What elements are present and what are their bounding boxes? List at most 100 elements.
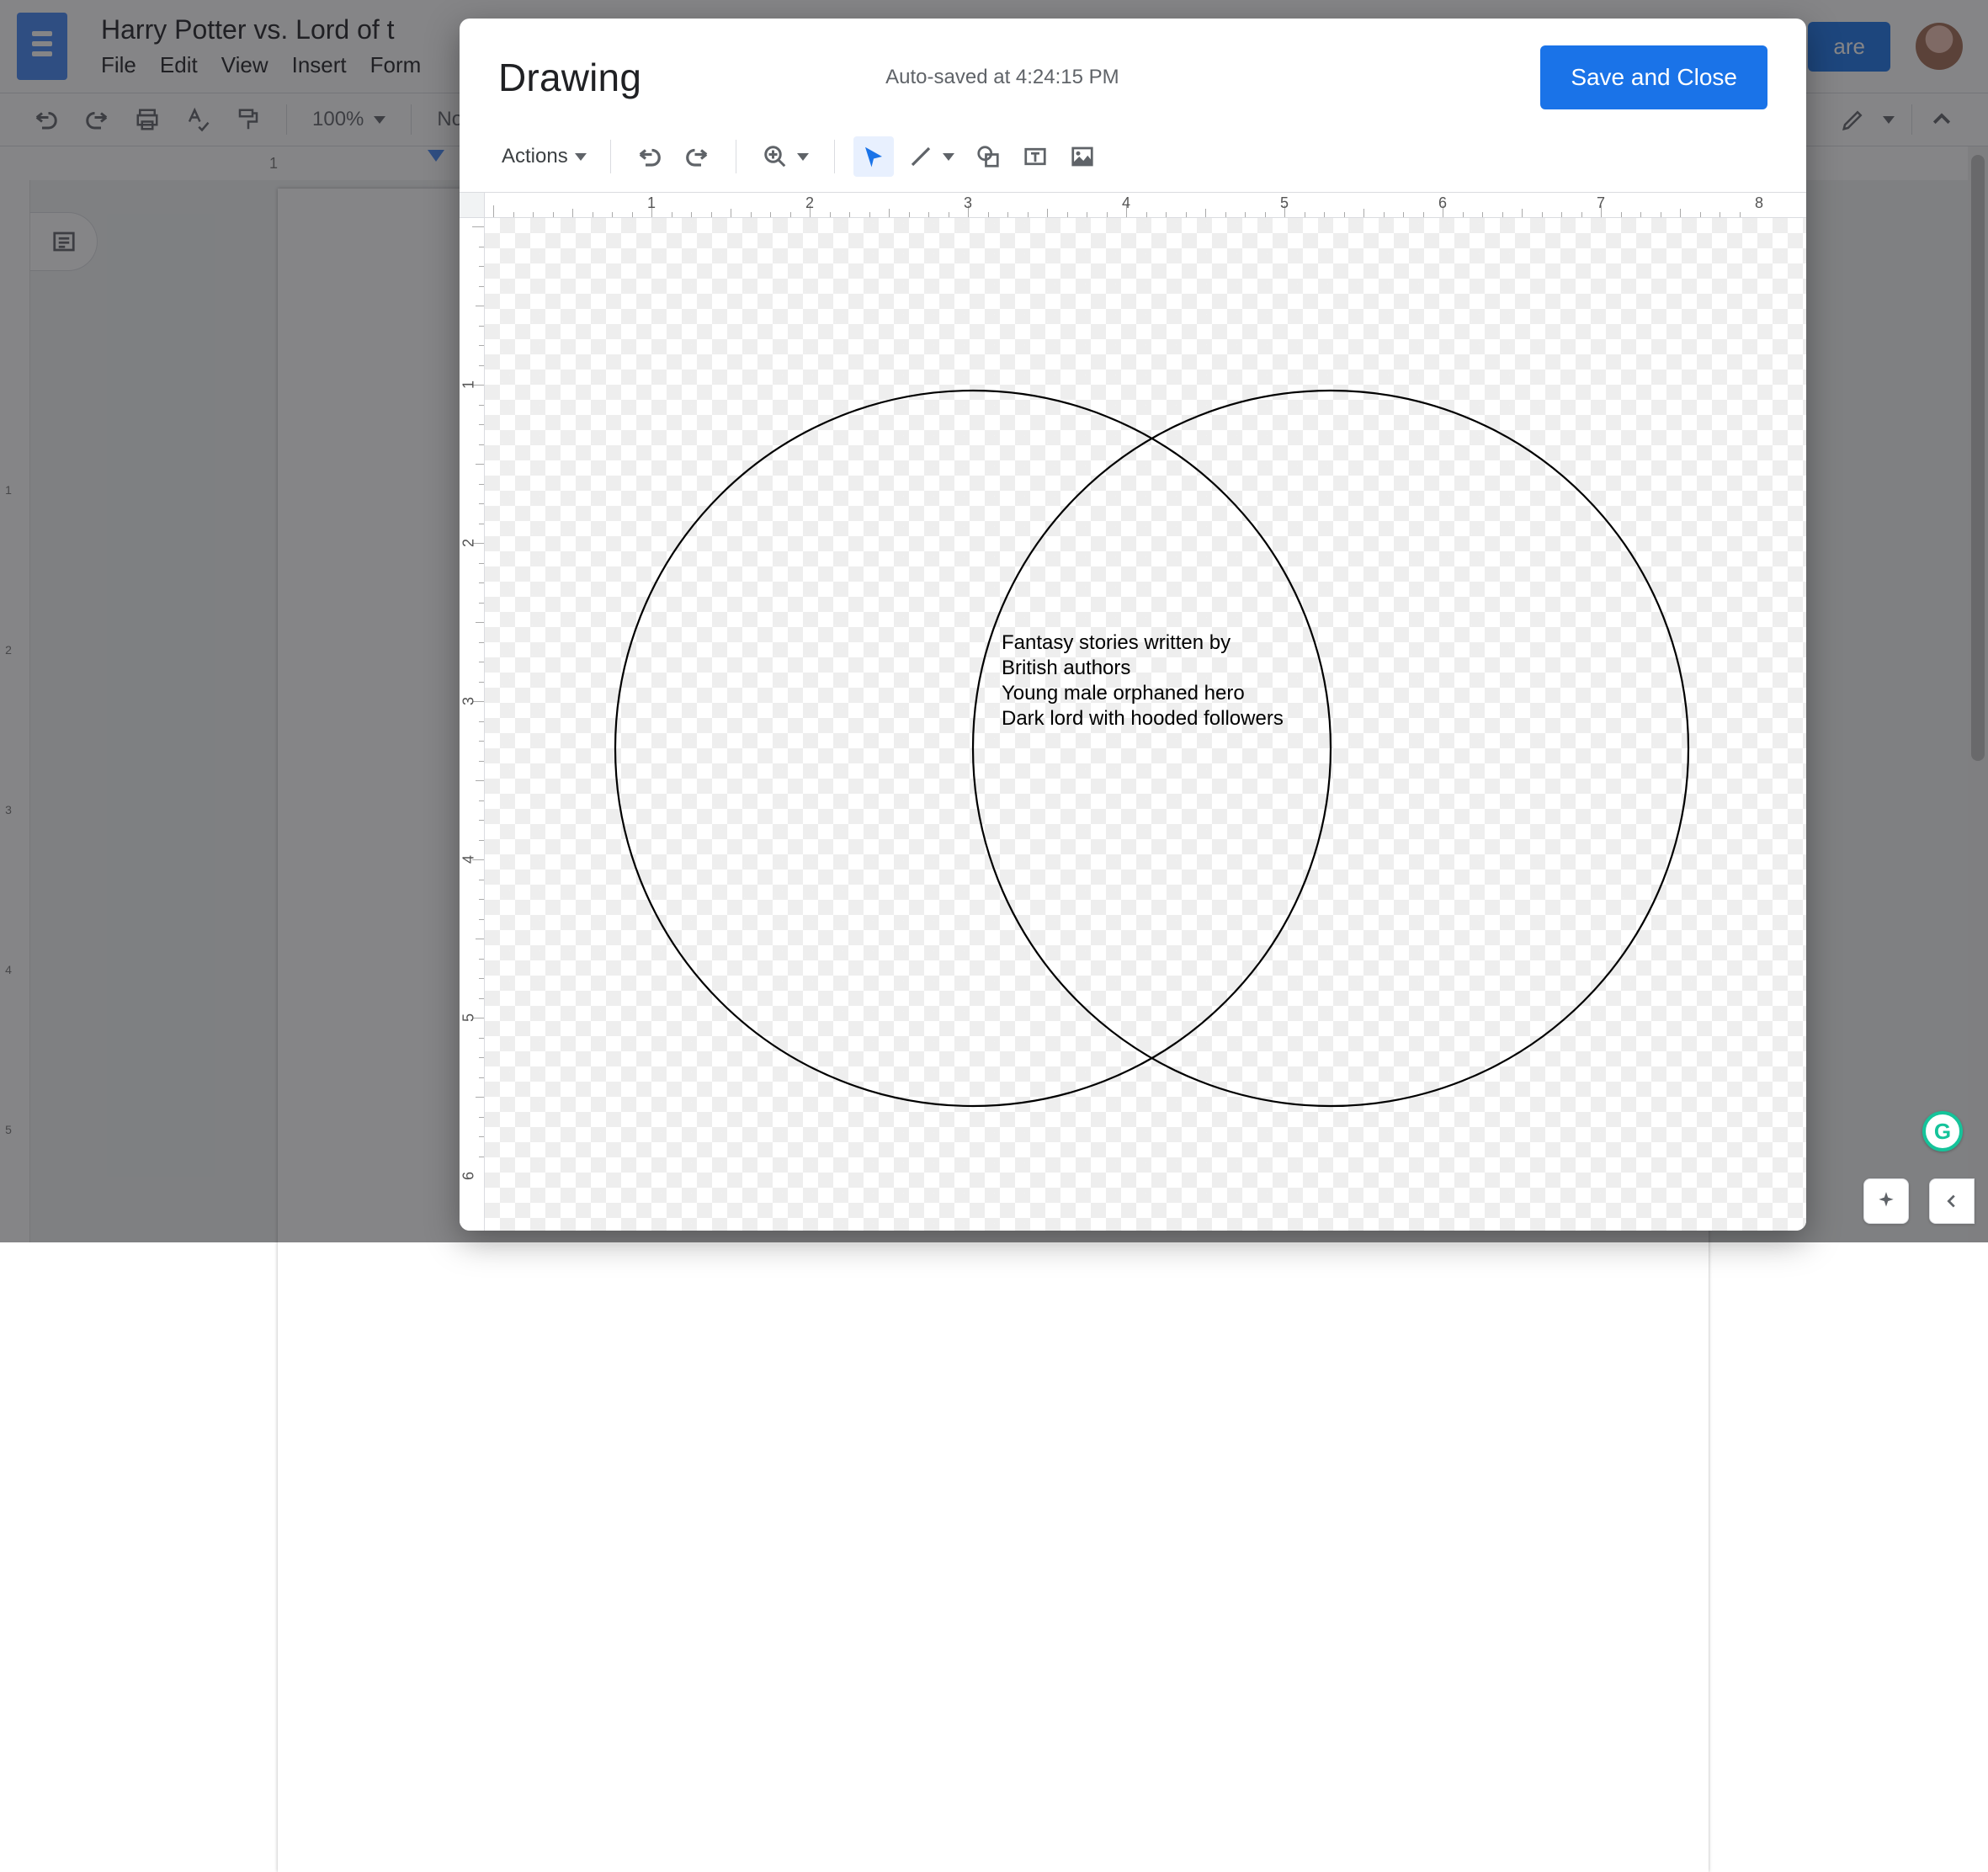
ruler-tick <box>1265 212 1266 217</box>
chevron-down-icon <box>575 153 587 161</box>
ruler-tick <box>1324 212 1325 217</box>
redo-icon <box>684 144 710 169</box>
ruler-tick <box>691 212 692 217</box>
ruler-tick <box>1067 212 1068 217</box>
dialog-header: Drawing Auto-saved at 4:24:15 PM Save an… <box>460 19 1806 136</box>
ruler-label: 3 <box>964 194 972 212</box>
ruler-tick <box>479 266 484 267</box>
autosave-status: Auto-saved at 4:24:15 PM <box>885 66 1119 89</box>
ruler-tick <box>479 1136 484 1137</box>
ruler-tick <box>479 603 484 604</box>
ruler-tick <box>479 761 484 762</box>
venn-text-line: British authors <box>1002 656 1305 681</box>
ruler-label: 6 <box>1438 194 1447 212</box>
drawing-toolbar: Actions <box>460 136 1806 192</box>
ruler-tick <box>1225 212 1226 217</box>
ruler-label: 1 <box>647 194 656 212</box>
ruler-label: 4 <box>1122 194 1130 212</box>
ruler-tick <box>476 464 484 465</box>
ruler-tick <box>1680 209 1681 217</box>
ruler-tick <box>1107 212 1108 217</box>
horizontal-ruler[interactable]: 12345678 <box>485 193 1806 218</box>
ruler-tick <box>1166 212 1167 217</box>
line-tool-button[interactable] <box>901 136 961 177</box>
ruler-label: 2 <box>805 194 814 212</box>
ruler-tick <box>1482 212 1483 217</box>
toolbar-separator <box>610 140 611 173</box>
ruler-label: 2 <box>460 539 478 547</box>
image-icon <box>1070 144 1095 169</box>
undo-button[interactable] <box>630 136 670 177</box>
ruler-tick <box>479 1117 484 1118</box>
vertical-ruler[interactable]: 123456 <box>460 218 485 1231</box>
ruler-tick <box>790 212 791 217</box>
ruler-tick <box>479 444 484 445</box>
ruler-label: 3 <box>460 697 478 705</box>
ruler-tick <box>1581 212 1582 217</box>
grammarly-icon[interactable]: G <box>1922 1111 1963 1151</box>
actions-label: Actions <box>502 145 568 168</box>
ruler-tick <box>1384 212 1385 217</box>
explore-icon <box>1875 1190 1897 1212</box>
ruler-tick <box>751 212 752 217</box>
ruler-tick <box>476 1097 484 1098</box>
ruler-tick <box>1028 212 1029 217</box>
ruler-tick <box>889 209 890 217</box>
ruler-tick <box>476 780 484 781</box>
toolbar-separator <box>834 140 835 173</box>
ruler-tick <box>479 286 484 287</box>
save-and-close-button[interactable]: Save and Close <box>1540 45 1767 109</box>
side-panel-toggle[interactable] <box>1929 1178 1975 1224</box>
venn-intersection-text[interactable]: Fantasy stories written by British autho… <box>1002 630 1305 731</box>
shape-icon <box>975 144 1001 169</box>
ruler-label: 6 <box>460 1172 478 1180</box>
venn-text-line: Fantasy stories written by <box>1002 630 1305 656</box>
ruler-tick <box>988 212 989 217</box>
ruler-tick <box>479 919 484 920</box>
ruler-tick <box>869 212 870 217</box>
ruler-tick <box>472 226 484 227</box>
ruler-tick <box>533 212 534 217</box>
ruler-tick <box>1423 212 1424 217</box>
drawing-canvas[interactable]: Fantasy stories written by British autho… <box>485 218 1806 1231</box>
drawing-dialog: Drawing Auto-saved at 4:24:15 PM Save an… <box>460 19 1806 1231</box>
ruler-tick <box>1621 212 1622 217</box>
zoom-icon <box>763 144 788 169</box>
ruler-tick <box>770 212 771 217</box>
ruler-tick <box>513 212 514 217</box>
ruler-tick <box>1047 209 1048 217</box>
ruler-label: 1 <box>460 380 478 389</box>
ruler-tick <box>479 1077 484 1078</box>
ruler-tick <box>909 212 910 217</box>
ruler-tick <box>632 212 633 217</box>
redo-button[interactable] <box>677 136 717 177</box>
shape-tool-button[interactable] <box>968 136 1008 177</box>
ruler-tick <box>479 345 484 346</box>
ruler-label: 5 <box>460 1013 478 1022</box>
ruler-tick <box>479 899 484 900</box>
ruler-tick <box>479 978 484 979</box>
ruler-tick <box>711 212 712 217</box>
ruler-label: 5 <box>1280 194 1289 212</box>
ruler-tick <box>1146 212 1147 217</box>
ruler-tick <box>479 840 484 841</box>
ruler-tick <box>479 582 484 583</box>
ruler-tick <box>479 365 484 366</box>
ruler-corner <box>460 193 485 218</box>
ruler-tick <box>1740 212 1741 217</box>
actions-menu-button[interactable]: Actions <box>497 136 592 177</box>
ruler-tick <box>479 1057 484 1058</box>
textbox-tool-button[interactable] <box>1015 136 1055 177</box>
ruler-tick <box>1363 209 1364 217</box>
ruler-tick <box>479 721 484 722</box>
ruler-tick <box>1640 212 1641 217</box>
zoom-button[interactable] <box>755 136 816 177</box>
select-tool-button[interactable] <box>853 136 894 177</box>
ruler-tick <box>1463 212 1464 217</box>
explore-button[interactable] <box>1863 1178 1909 1224</box>
ruler-tick <box>479 405 484 406</box>
ruler-tick <box>479 642 484 643</box>
image-tool-button[interactable] <box>1062 136 1103 177</box>
ruler-tick <box>479 563 484 564</box>
ruler-tick <box>493 205 494 217</box>
